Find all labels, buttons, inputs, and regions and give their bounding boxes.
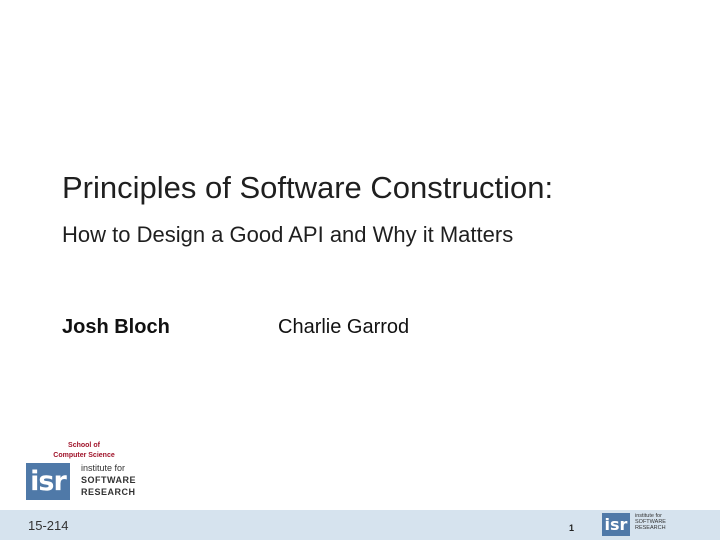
- isr-text-line-1: institute for: [81, 463, 126, 473]
- footer-isr-mark: isr: [602, 513, 630, 536]
- footer-bar: 15-214 1 isr institute for SOFTWARE RESE…: [0, 510, 720, 540]
- isr-text-line-2: SOFTWARE: [81, 475, 136, 485]
- isr-logo-text: institute for SOFTWARE RESEARCH: [81, 462, 151, 498]
- scs-logo-label: School of Computer Science: [44, 441, 124, 461]
- page-number: 1: [569, 523, 575, 533]
- author-secondary: Charlie Garrod: [278, 316, 410, 338]
- scs-line-1: School of: [68, 442, 100, 449]
- isr-text-line-3: RESEARCH: [81, 487, 136, 497]
- slide-title: Principles of Software Construction:: [62, 170, 554, 205]
- isr-mark-text: isr: [30, 466, 67, 497]
- footer-isr-line-3: RESEARCH: [635, 525, 666, 531]
- footer-isr-mark-text: isr: [604, 515, 628, 534]
- footer-isr-logo: isr institute for SOFTWARE RESEARCH: [602, 513, 674, 537]
- isr-logo-mark: isr: [26, 463, 70, 500]
- footer-isr-text: institute for SOFTWARE RESEARCH: [635, 513, 666, 531]
- scs-line-2: Computer Science: [53, 452, 115, 459]
- isr-logo: isr institute for SOFTWARE RESEARCH: [26, 462, 144, 502]
- slide: Principles of Software Construction: How…: [0, 0, 720, 540]
- author-primary: Josh Bloch: [62, 316, 170, 338]
- course-number: 15-214: [28, 518, 69, 533]
- slide-subtitle: How to Design a Good API and Why it Matt…: [62, 222, 514, 247]
